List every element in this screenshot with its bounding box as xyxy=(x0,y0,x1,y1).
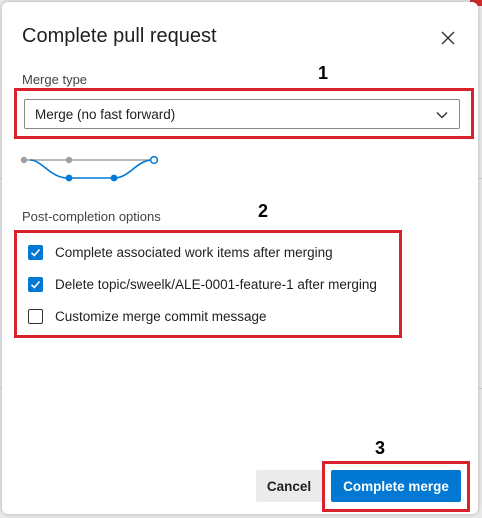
annotation-number-1: 1 xyxy=(318,63,329,83)
annotation-number-2: 2 xyxy=(258,201,269,221)
complete-pull-request-dialog: Complete pull request Merge type 1 Merge… xyxy=(2,2,478,514)
annotation-box-2 xyxy=(14,230,402,338)
close-button[interactable] xyxy=(438,28,458,48)
annotation-number-3: 3 xyxy=(375,438,386,458)
annotation-box-3 xyxy=(322,461,470,512)
post-completion-label: Post-completion options xyxy=(22,209,161,224)
annotation-box-1 xyxy=(14,88,474,139)
cancel-button[interactable]: Cancel xyxy=(256,470,322,502)
merge-type-label: Merge type xyxy=(22,72,88,87)
merge-graph-icon xyxy=(20,155,159,182)
dialog-title: Complete pull request xyxy=(22,25,217,47)
close-icon xyxy=(441,31,455,45)
